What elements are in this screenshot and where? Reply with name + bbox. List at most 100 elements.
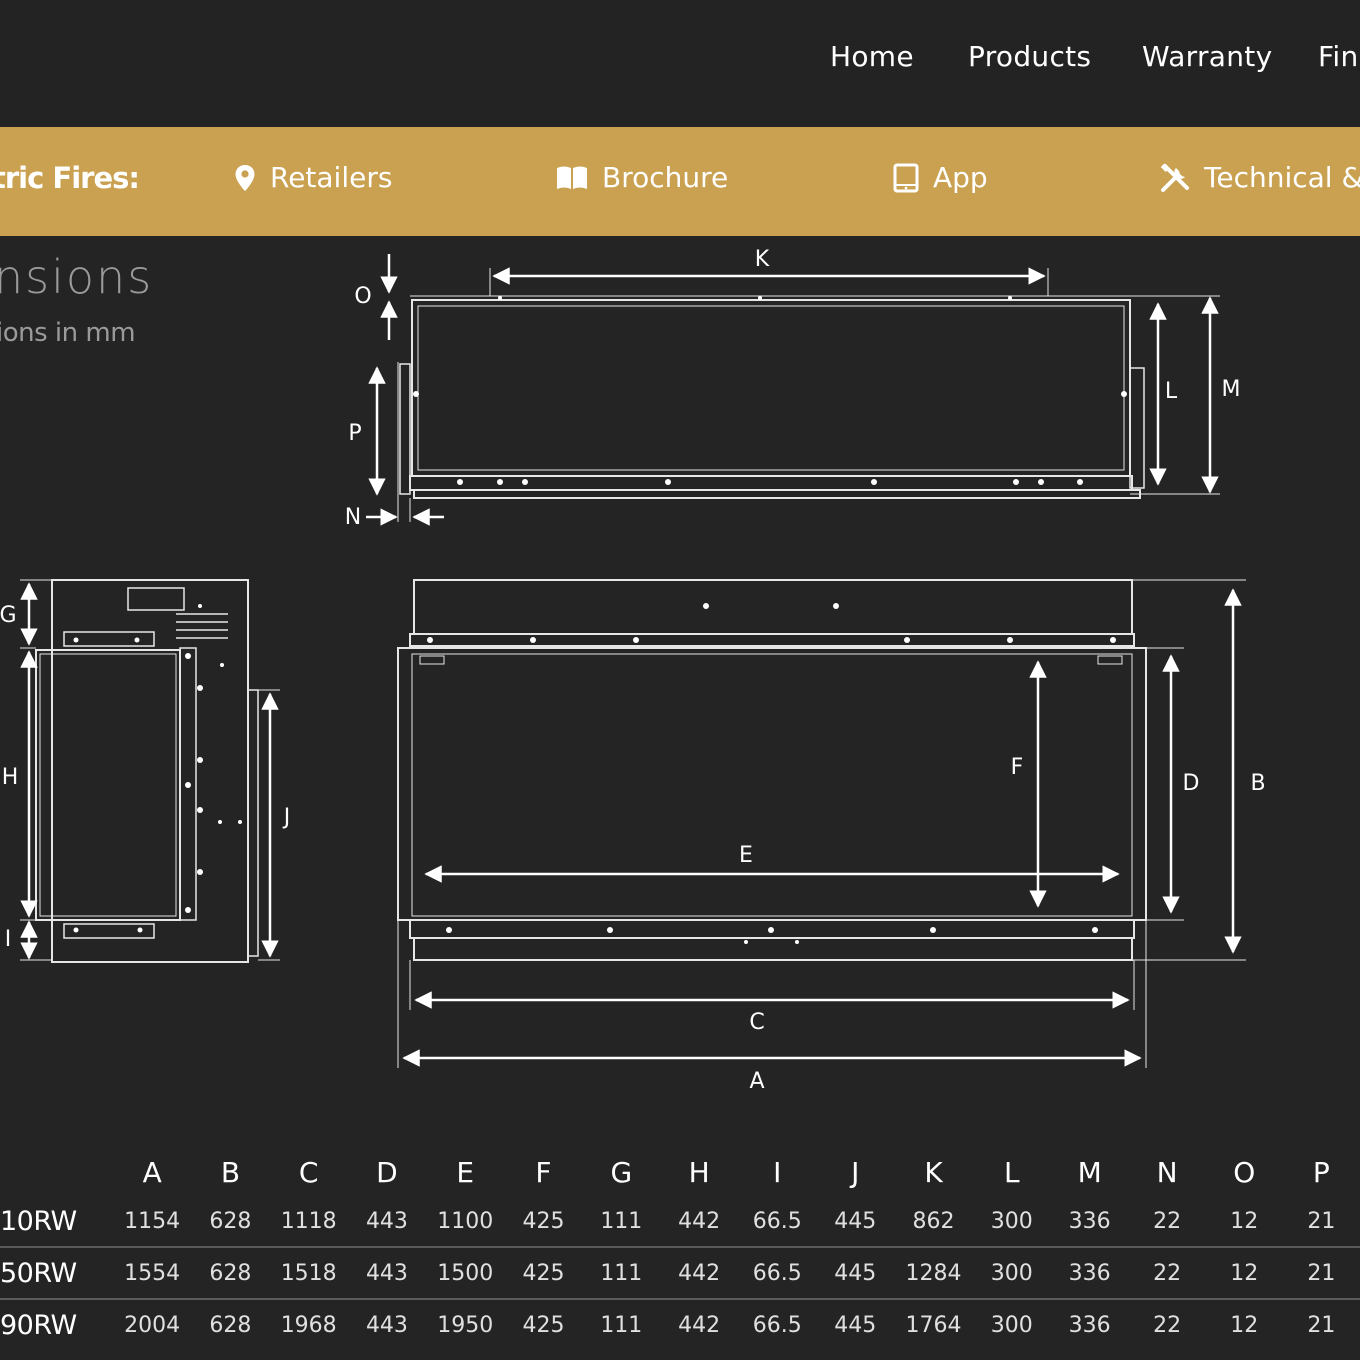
table-cell: 1100 xyxy=(425,1196,505,1248)
label-b: B xyxy=(1250,771,1265,796)
brochure-link[interactable]: Brochure xyxy=(556,161,728,194)
dimension-drawing: K O P L M N G H I J F D B E C A xyxy=(0,247,1266,1094)
top-navigation: Home Products Warranty Find xyxy=(0,0,1360,127)
label-l: L xyxy=(1165,379,1178,404)
technical-link[interactable]: Technical & S xyxy=(1160,161,1360,194)
table-cell: 425 xyxy=(504,1247,583,1300)
table-cell: 628 xyxy=(191,1196,270,1248)
table-header: O xyxy=(1233,1155,1256,1189)
table-cell: 445 xyxy=(834,1312,877,1338)
table-cell: 336 xyxy=(1050,1196,1129,1248)
table-header: C xyxy=(298,1155,319,1189)
table-cell: 22 xyxy=(1153,1312,1182,1338)
table-header: P xyxy=(1312,1155,1330,1189)
table-cell: 300 xyxy=(990,1312,1033,1338)
table-header: B xyxy=(220,1155,241,1189)
table-cell: 12 xyxy=(1205,1196,1283,1248)
table-header: K xyxy=(924,1155,943,1189)
top-view xyxy=(397,268,1220,522)
app-label: App xyxy=(933,161,988,194)
nav-find-link[interactable]: Find xyxy=(1318,40,1360,73)
open-book-icon xyxy=(557,166,587,189)
label-m: M xyxy=(1222,377,1241,402)
nav-warranty-link[interactable]: Warranty xyxy=(1142,40,1272,73)
table-cell: 12 xyxy=(1205,1247,1283,1300)
table-cell: 300 xyxy=(972,1196,1051,1248)
table-header: M xyxy=(1077,1155,1102,1189)
table-cell: 628 xyxy=(209,1312,252,1338)
table-header-row: A B C D E F G H I J K L M N O P xyxy=(0,1148,1360,1196)
table-cell: 12 xyxy=(1230,1312,1259,1338)
label-o: O xyxy=(354,284,371,309)
table-header: H xyxy=(688,1155,710,1189)
table-cell: 1764 xyxy=(905,1312,962,1338)
label-a: A xyxy=(749,1069,764,1094)
front-view xyxy=(397,579,1246,1068)
label-i: I xyxy=(5,927,12,952)
table-cell: 66.5 xyxy=(738,1247,817,1300)
tools-icon xyxy=(1160,162,1189,192)
label-p: P xyxy=(348,421,361,446)
technical-label: Technical & S xyxy=(1204,161,1360,194)
table-cell: 111 xyxy=(582,1247,661,1300)
label-n: N xyxy=(345,505,361,530)
nav-home-link[interactable]: Home xyxy=(830,40,914,73)
app-link[interactable]: App xyxy=(893,161,988,194)
table-cell: 2004 xyxy=(124,1312,181,1338)
table-row: 50RW 1554 628 1518 443 1500 425 111 442 … xyxy=(0,1247,1360,1300)
brochure-label: Brochure xyxy=(602,161,729,194)
tablet-icon xyxy=(893,163,919,192)
label-j: J xyxy=(282,805,291,830)
table-cell: 1284 xyxy=(894,1247,973,1300)
table-cell: 111 xyxy=(600,1312,643,1338)
table-cell: 628 xyxy=(191,1247,270,1300)
nav-products-link[interactable]: Products xyxy=(968,40,1091,73)
table-cell: 442 xyxy=(660,1247,739,1300)
table-cell: 1950 xyxy=(437,1312,494,1338)
model-cell: 50RW xyxy=(0,1247,113,1300)
table-header: F xyxy=(535,1155,552,1189)
table-cell: 22 xyxy=(1128,1196,1206,1248)
retailers-label: Retailers xyxy=(270,161,393,194)
table-row: 90RW 2004 628 1968 443 1950 425 111 442 … xyxy=(0,1299,1360,1350)
table-header: J xyxy=(851,1155,860,1189)
table-header: L xyxy=(1004,1155,1020,1189)
label-k: K xyxy=(755,247,770,272)
table-cell: 21 xyxy=(1282,1247,1360,1300)
table-cell: 300 xyxy=(972,1247,1051,1300)
table-header: D xyxy=(376,1155,398,1189)
retailers-link[interactable]: Retailers xyxy=(234,161,392,194)
table-cell: 66.5 xyxy=(738,1196,817,1248)
table-cell: 443 xyxy=(348,1247,426,1300)
table-cell: 1968 xyxy=(280,1312,337,1338)
table-cell: 22 xyxy=(1128,1247,1206,1300)
table-cell: 425 xyxy=(504,1196,583,1248)
table-cell: 442 xyxy=(678,1312,721,1338)
table-header: N xyxy=(1156,1155,1178,1189)
table-header: I xyxy=(773,1155,782,1189)
label-c: C xyxy=(749,1010,764,1035)
side-view xyxy=(20,579,280,963)
table-cell: 66.5 xyxy=(752,1312,802,1338)
table-cell: 425 xyxy=(522,1312,565,1338)
table-cell: 21 xyxy=(1307,1312,1336,1338)
table-cell: 1518 xyxy=(269,1247,349,1300)
table-cell: 111 xyxy=(582,1196,661,1248)
table-header: A xyxy=(142,1155,162,1189)
table-cell: 862 xyxy=(894,1196,973,1248)
table-cell: 336 xyxy=(1050,1247,1129,1300)
product-subnav: tric Fires: Retailers Brochure App Techn… xyxy=(0,127,1360,236)
table-cell: 443 xyxy=(348,1196,426,1248)
dimensions-table: A B C D E F G H I J K L M N O P 10RW 115… xyxy=(0,1148,1360,1350)
table-cell: 1500 xyxy=(425,1247,505,1300)
table-cell: 445 xyxy=(816,1247,895,1300)
table-cell: 445 xyxy=(816,1196,895,1248)
label-d: D xyxy=(1183,771,1200,796)
table-header: G xyxy=(610,1155,633,1189)
table-row: 10RW 1154 628 1118 443 1100 425 111 442 … xyxy=(0,1196,1360,1248)
table-cell: 442 xyxy=(660,1196,739,1248)
label-h: H xyxy=(2,765,19,790)
table-cell: 1118 xyxy=(269,1196,349,1248)
model-cell: 90RW xyxy=(0,1309,77,1341)
map-pin-icon xyxy=(235,164,255,191)
